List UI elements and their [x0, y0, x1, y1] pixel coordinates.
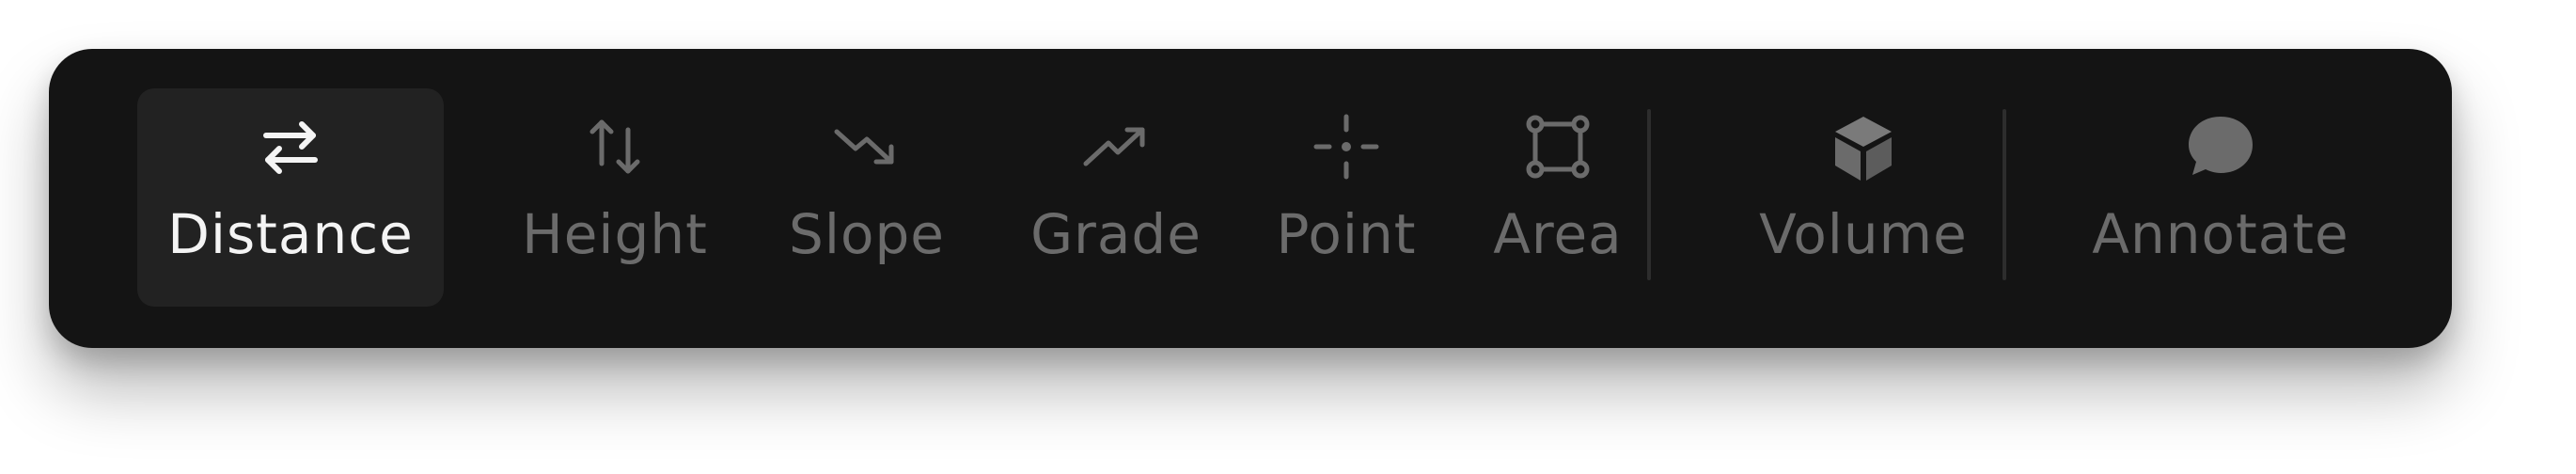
tool-area-label: Area	[1493, 202, 1623, 266]
crosshair-point-icon	[1309, 109, 1384, 184]
tool-grade-button[interactable]: Grade	[980, 88, 1252, 307]
tool-height-label: Height	[522, 202, 708, 266]
tool-grade-label: Grade	[1030, 202, 1202, 266]
tool-area-button[interactable]: Area	[1440, 88, 1675, 307]
tool-height-button[interactable]: Height	[474, 88, 756, 307]
tool-annotate-label: Annotate	[2092, 202, 2349, 266]
measurement-toolbar: Distance Height Slope Grade Point Area V…	[49, 49, 2452, 348]
cube-icon	[1826, 109, 1901, 184]
trending-down-icon	[829, 109, 904, 184]
swap-arrows-icon	[253, 109, 328, 184]
tool-point-label: Point	[1276, 202, 1417, 266]
toolbar-divider	[2003, 109, 2006, 280]
polygon-area-icon	[1520, 109, 1595, 184]
tool-distance-label: Distance	[167, 202, 414, 266]
trending-up-icon	[1078, 109, 1154, 184]
tool-volume-label: Volume	[1759, 202, 1968, 266]
up-down-arrows-icon	[577, 109, 652, 184]
tool-volume-button[interactable]: Volume	[1722, 88, 2004, 307]
tool-slope-label: Slope	[789, 202, 945, 266]
toolbar-divider	[1647, 109, 1651, 280]
tool-slope-button[interactable]: Slope	[735, 88, 998, 307]
tool-distance-button[interactable]: Distance	[137, 88, 444, 307]
tool-point-button[interactable]: Point	[1224, 88, 1469, 307]
speech-bubble-icon	[2183, 109, 2258, 184]
tool-annotate-button[interactable]: Annotate	[2061, 88, 2380, 307]
